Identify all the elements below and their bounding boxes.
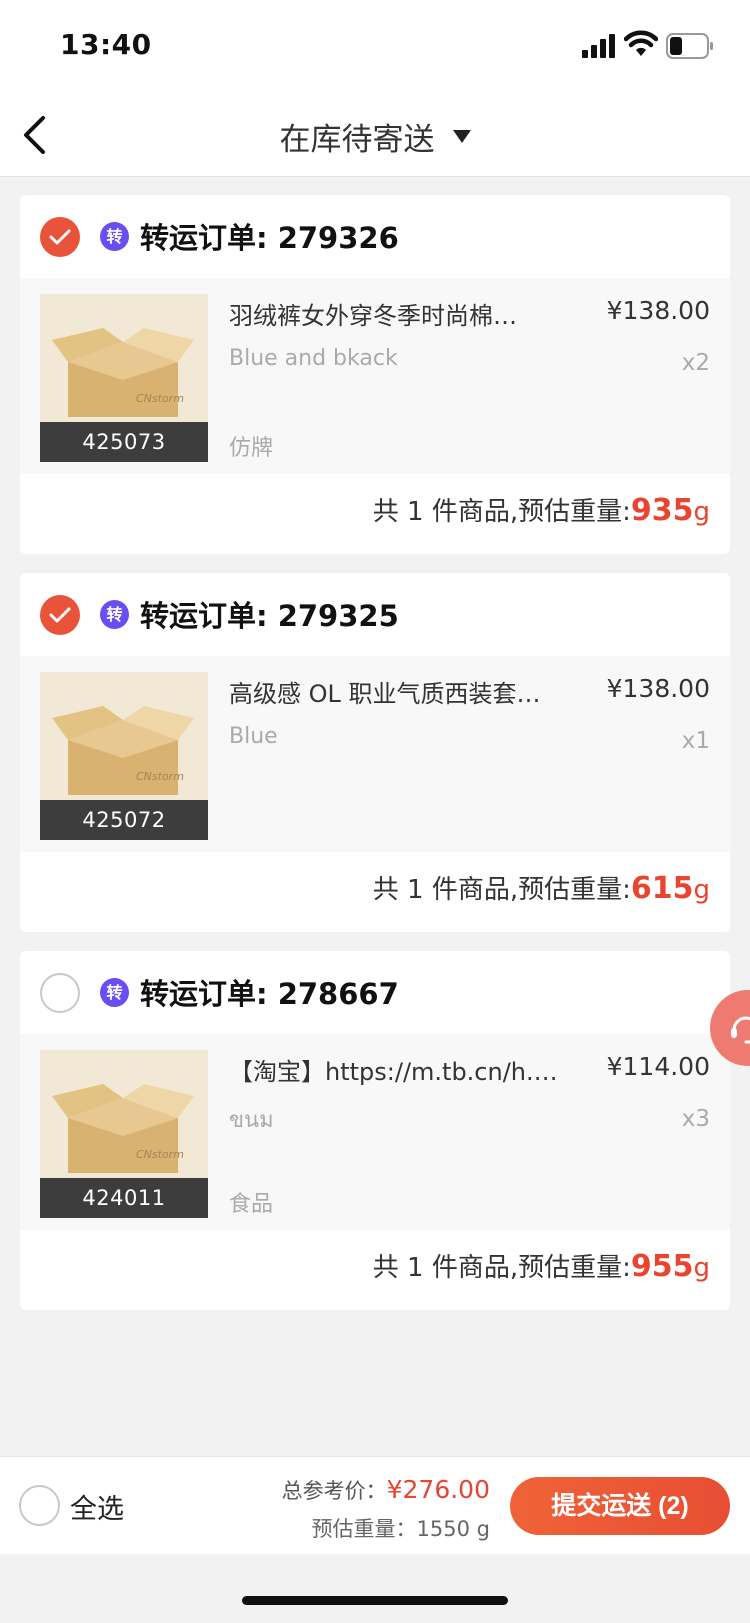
image-code: 425073 [40, 422, 208, 462]
transfer-badge: 转 [100, 222, 129, 251]
nav-bar: 在库待寄送 [0, 95, 750, 177]
order-item[interactable]: CNstorm 425072 高级感 OL 职业气质西装套… ¥138.00 B… [20, 656, 730, 852]
total-label: 总参考价： [281, 1479, 387, 1503]
wifi-icon [624, 30, 658, 56]
checkmark-icon [49, 229, 71, 245]
product-tag: 食品 [229, 1192, 274, 1217]
product-price: ¥114.00 [606, 1052, 710, 1081]
order-checkbox[interactable] [40, 973, 80, 1013]
order-item[interactable]: CNstorm 425073 羽绒裤女外穿冬季时尚棉… ¥138.00 Blue… [20, 278, 730, 474]
summary-weight-unit: g [693, 1253, 710, 1283]
customer-service-icon [731, 1016, 750, 1044]
image-code: 424011 [40, 1178, 208, 1218]
bottom-action-bar: 全选 总参考价：¥276.00 预估重量：1550 g 提交运送 (2) [0, 1456, 750, 1554]
order-summary: 共 1 件商品,预估重量:935g [373, 491, 710, 528]
battery-icon [666, 33, 713, 59]
summary-text: 共 1 件商品,预估重量: [372, 497, 631, 527]
summary-weight-unit: g [693, 875, 710, 905]
signal-icon [582, 34, 615, 58]
order-checkbox[interactable] [40, 595, 80, 635]
order-title: 转运订单: 279325 [140, 599, 399, 633]
product-spec: Blue [229, 724, 278, 749]
order-card: 转 转运订单: 279325 CNstorm 425072 高级感 OL 职业气… [20, 573, 730, 932]
status-bar: 13:40 [0, 0, 750, 95]
order-summary: 共 1 件商品,预估重量:955g [373, 1247, 710, 1284]
order-item[interactable]: CNstorm 424011 【淘宝】https://m.tb.cn/h.… ¥… [20, 1034, 730, 1230]
summary-weight-unit: g [693, 497, 710, 527]
home-indicator [242, 1596, 508, 1605]
summary-weight: 935 [630, 493, 694, 528]
svg-text:CNstorm: CNstorm [136, 770, 184, 783]
total-price: 总参考价：¥276.00 [282, 1475, 490, 1505]
checkmark-icon [49, 607, 71, 623]
image-code: 425072 [40, 800, 208, 840]
order-header: 转 转运订单: 279325 [20, 573, 730, 656]
product-image: CNstorm 425073 [40, 294, 208, 462]
page-title: 在库待寄送 [279, 121, 435, 158]
summary-weight: 615 [630, 871, 694, 906]
product-image: CNstorm 425072 [40, 672, 208, 840]
summary-text: 共 1 件商品,预估重量: [372, 1253, 631, 1283]
product-name: 羽绒裤女外穿冬季时尚棉… [229, 302, 517, 330]
product-name: 高级感 OL 职业气质西装套… [229, 680, 541, 708]
product-spec: ขนม [229, 1108, 274, 1133]
select-all-checkbox[interactable] [19, 1485, 60, 1526]
order-checkbox[interactable] [40, 217, 80, 257]
order-card: 转 转运订单: 279326 CNstorm 425073 羽绒裤女外穿冬季时尚… [20, 195, 730, 554]
svg-text:CNstorm: CNstorm [136, 1148, 184, 1161]
summary-text: 共 1 件商品,预估重量: [372, 875, 631, 905]
package-box-icon: CNstorm [52, 328, 194, 417]
product-price: ¥138.00 [606, 296, 710, 325]
package-box-icon: CNstorm [52, 1084, 194, 1173]
status-time: 13:40 [60, 28, 152, 61]
product-qty: x2 [681, 350, 710, 376]
page-title-dropdown[interactable]: 在库待寄送 [0, 95, 750, 177]
order-header: 转 转运订单: 279326 [20, 195, 730, 278]
order-summary: 共 1 件商品,预估重量:615g [373, 869, 710, 906]
product-image: CNstorm 424011 [40, 1050, 208, 1218]
dropdown-caret-icon [452, 129, 471, 143]
product-spec: Blue and bkack [229, 346, 398, 371]
product-price: ¥138.00 [606, 674, 710, 703]
submit-shipping-button[interactable]: 提交运送 (2) [510, 1477, 730, 1535]
product-qty: x1 [681, 728, 710, 754]
package-box-icon: CNstorm [52, 706, 194, 795]
product-qty: x3 [681, 1106, 710, 1132]
transfer-badge: 转 [100, 600, 129, 629]
order-header: 转 转运订单: 278667 [20, 951, 730, 1034]
order-title: 转运订单: 278667 [140, 977, 399, 1011]
transfer-badge: 转 [100, 978, 129, 1007]
order-card: 转 转运订单: 278667 CNstorm 424011 【淘宝】https:… [20, 951, 730, 1310]
product-tag: 仿牌 [229, 436, 274, 461]
svg-text:CNstorm: CNstorm [136, 392, 184, 405]
total-amount: ¥276.00 [386, 1475, 490, 1504]
summary-weight: 955 [630, 1249, 694, 1284]
order-title: 转运订单: 279326 [140, 221, 399, 255]
select-all-label[interactable]: 全选 [70, 1487, 124, 1526]
product-name: 【淘宝】https://m.tb.cn/h.… [229, 1058, 558, 1086]
total-weight: 预估重量：1550 g [311, 1517, 490, 1541]
